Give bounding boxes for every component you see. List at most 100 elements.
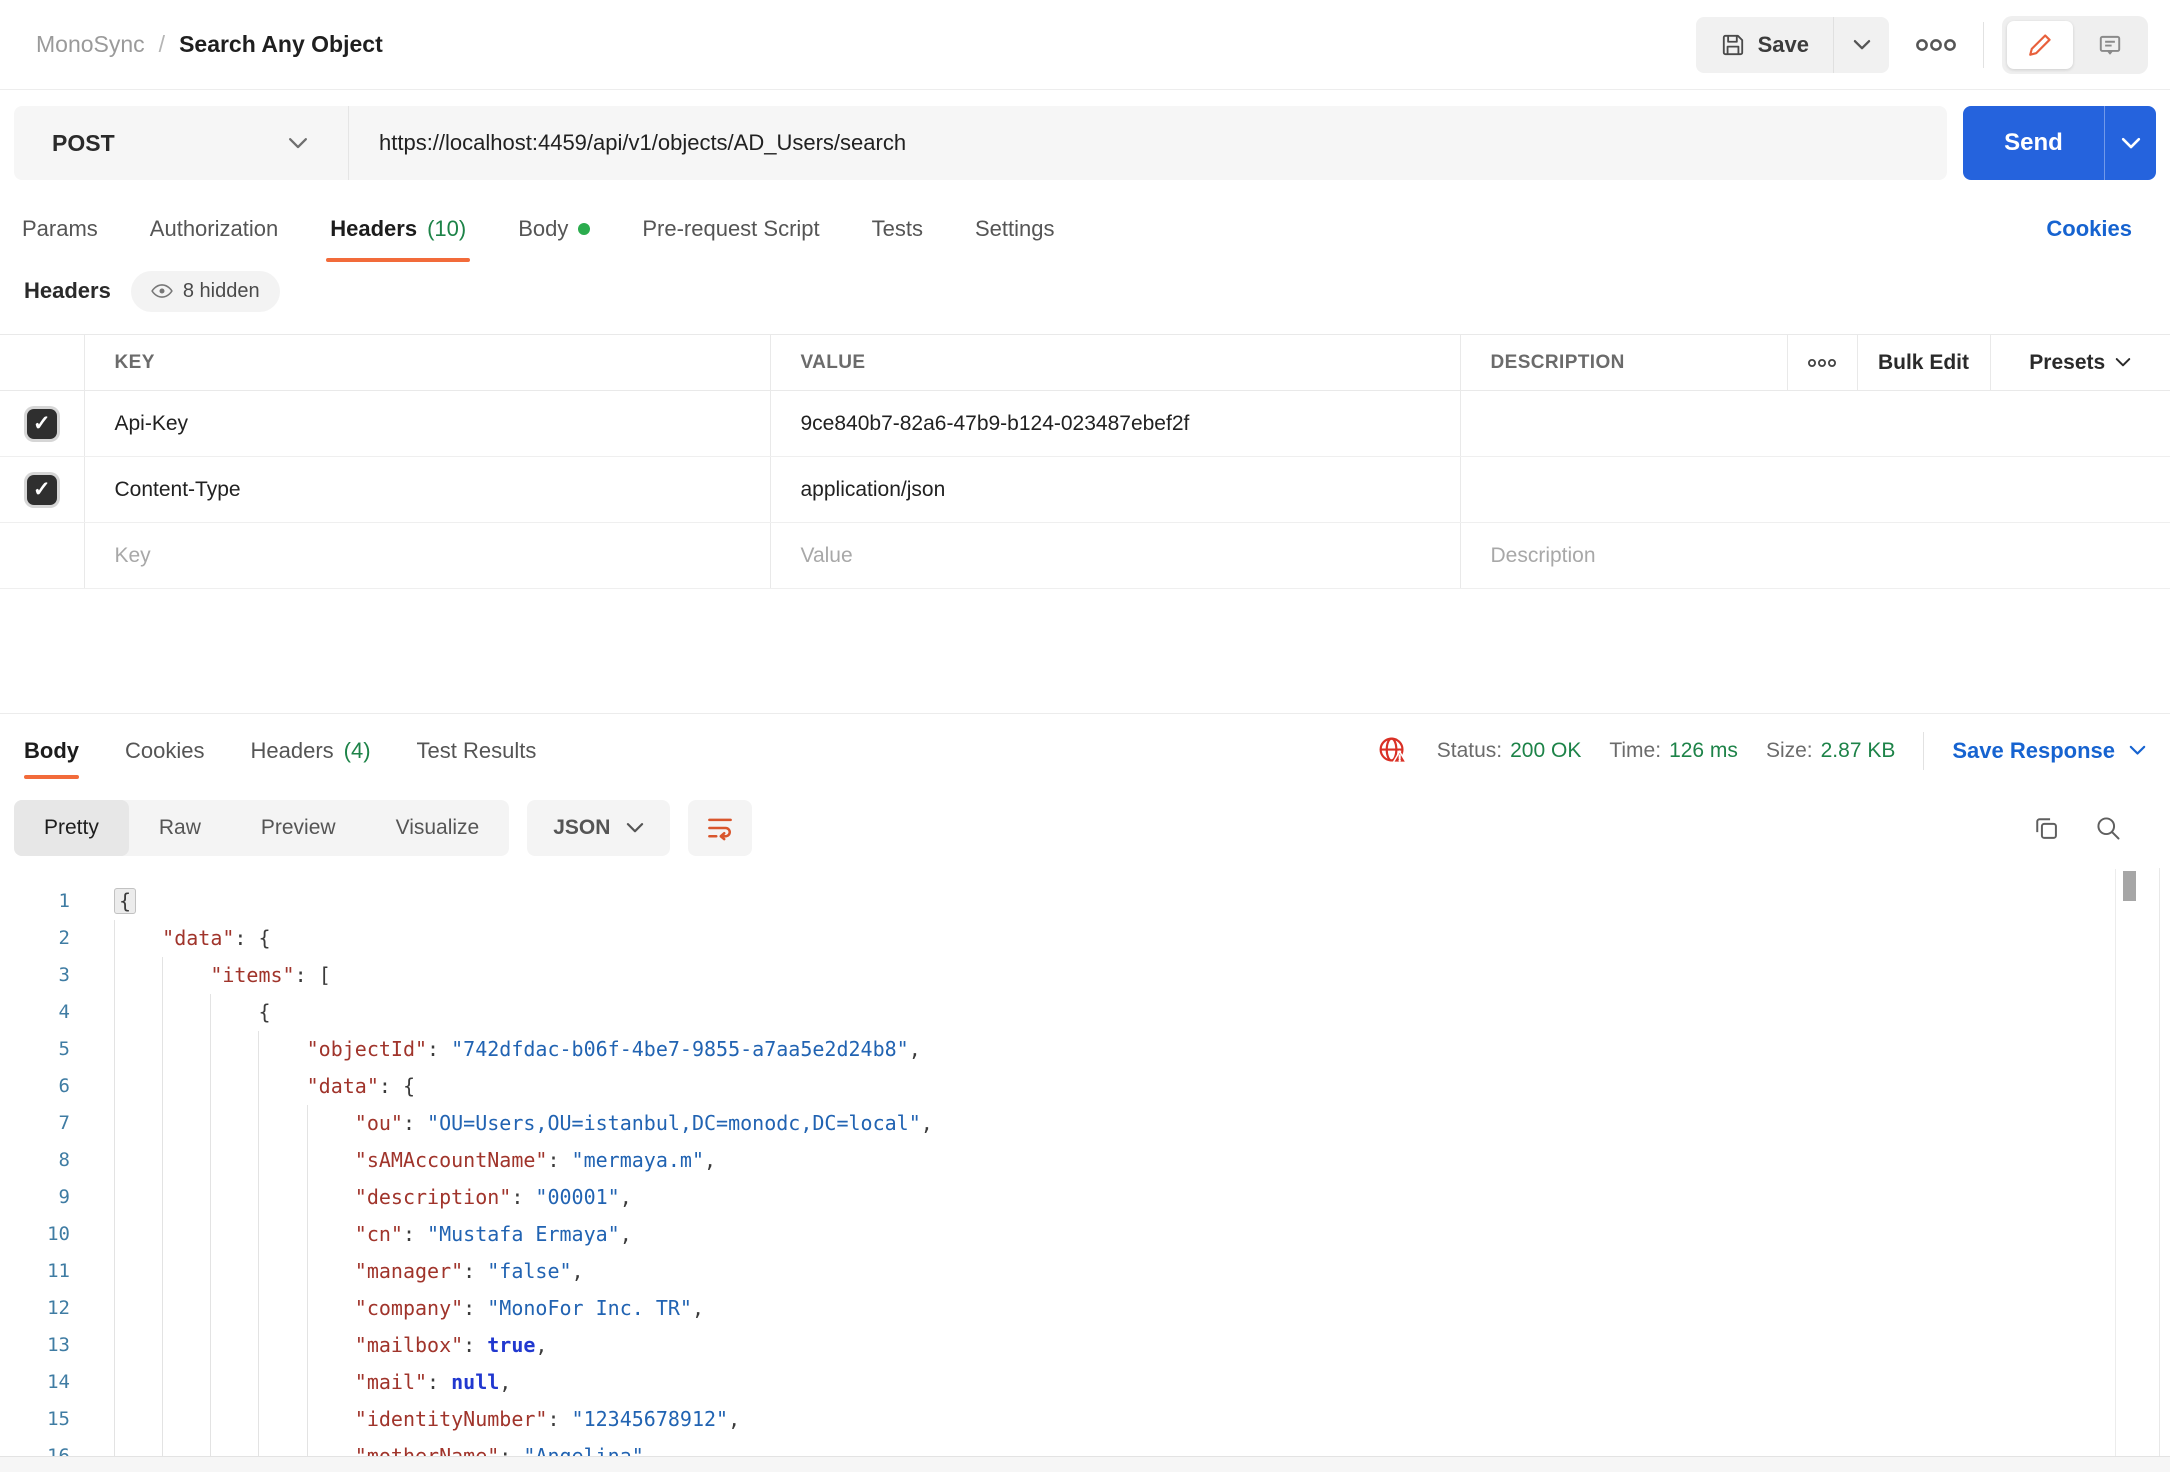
response-tab-body[interactable]: Body [24,714,79,787]
network-info-button[interactable] [1377,735,1409,767]
header-more-actions-button[interactable] [1788,358,1857,368]
tab-label: Tests [872,216,923,242]
send-button[interactable]: Send [1963,106,2104,180]
horizontal-scrollbar[interactable] [0,1456,2170,1472]
tab-settings[interactable]: Settings [975,216,1055,262]
divider [1983,22,1984,68]
chevron-down-icon [2129,745,2146,756]
save-split-button: Save [1696,17,1889,73]
view-preview-button[interactable]: Preview [231,800,366,856]
checkbox-cell [0,391,84,457]
response-tab-headers[interactable]: Headers (4) [250,714,370,787]
hidden-headers-toggle[interactable]: 8 hidden [131,271,280,312]
presets-label: Presets [2029,351,2105,375]
divider [1923,732,1924,770]
line-number: 7 [0,1105,70,1142]
size-value: 2.87 KB [1821,739,1896,763]
code-line: 12 "company": "MonoFor Inc. TR", [0,1290,2170,1327]
header-enabled-checkbox[interactable] [27,475,57,505]
header-key-cell[interactable]: Api-Key [84,391,770,457]
search-response-button[interactable] [2086,806,2130,850]
line-number: 2 [0,920,70,957]
bulk-edit-button[interactable]: Bulk Edit [1858,351,1990,375]
request-builder: POST https://localhost:4459/api/v1/objec… [0,90,2170,194]
view-pretty-button[interactable]: Pretty [14,800,129,856]
tab-label: Settings [975,216,1055,242]
presets-cell: Presets [1990,335,2170,391]
tab-authorization[interactable]: Authorization [150,216,278,262]
url-input[interactable]: https://localhost:4459/api/v1/objects/AD… [349,130,906,156]
response-tab-test-results[interactable]: Test Results [417,714,537,787]
headers-section-title: Headers [24,278,111,304]
vertical-scrollbar-thumb[interactable] [2123,871,2136,901]
cookies-link[interactable]: Cookies [2046,216,2132,242]
column-header-description: DESCRIPTION [1460,335,1787,391]
new-header-value-field[interactable]: Value [770,523,1460,589]
body-present-dot [578,223,590,235]
tab-tests[interactable]: Tests [872,216,923,262]
page-scrollbar-track [2159,868,2160,1456]
code-line: 14 "mail": null, [0,1364,2170,1401]
headers-count-badge: (10) [427,216,466,242]
wrap-text-button[interactable] [688,800,752,856]
code-line: 7 "ou": "OU=Users,OU=istanbul,DC=monodc,… [0,1105,2170,1142]
method-selector[interactable]: POST [14,106,349,180]
scrollbar-track [2115,869,2116,1457]
code-line: 4 { [0,994,2170,1031]
tab-body[interactable]: Body [518,216,590,262]
presets-dropdown[interactable]: Presets [1991,351,2170,375]
response-view-switcher: Pretty Raw Preview Visualize [14,800,509,856]
chevron-down-icon [626,822,644,834]
format-dropdown[interactable]: JSON [527,800,670,856]
wrap-text-icon [705,813,735,843]
save-options-button[interactable] [1833,17,1889,73]
line-number: 6 [0,1068,70,1105]
code-line: 11 "manager": "false", [0,1253,2170,1290]
header-description-cell[interactable] [1460,391,2170,457]
new-header-key-field[interactable]: Key [84,523,770,589]
save-response-button[interactable]: Save Response [1952,738,2146,764]
header-value-cell[interactable]: application/json [770,457,1460,523]
line-number: 11 [0,1253,70,1290]
line-number: 14 [0,1364,70,1401]
save-button-label: Save [1758,32,1809,58]
checkbox-column-header [0,335,84,391]
copy-response-button[interactable] [2024,806,2068,850]
new-header-description-field[interactable]: Description [1460,523,2170,589]
header-description-cell[interactable] [1460,457,2170,523]
request-tabs: Params Authorization Headers (10) Body P… [0,194,2170,262]
header-key-cell[interactable]: Content-Type [84,457,770,523]
comments-button[interactable] [2077,21,2143,69]
header-value-cell[interactable]: 9ce840b7-82a6-47b9-b124-023487ebef2f [770,391,1460,457]
more-options-button[interactable] [1907,28,1965,62]
line-number: 3 [0,957,70,994]
column-header-value: VALUE [770,335,1460,391]
code-line: 8 "sAMAccountName": "mermaya.m", [0,1142,2170,1179]
save-response-label: Save Response [1952,738,2115,764]
view-raw-button[interactable]: Raw [129,800,231,856]
tab-label: Headers [250,738,333,764]
save-button[interactable]: Save [1696,17,1833,73]
breadcrumb-request-title[interactable]: Search Any Object [179,31,383,58]
pencil-icon [2027,32,2053,58]
view-visualize-button[interactable]: Visualize [366,800,510,856]
send-options-button[interactable] [2104,106,2156,180]
tab-pre-request-script[interactable]: Pre-request Script [642,216,819,262]
code-lines: 1{2 "data": {3 "items": [4 {5 "objectId"… [0,883,2170,1457]
eye-icon [151,283,173,299]
response-tab-cookies[interactable]: Cookies [125,714,204,787]
size-indicator: Size: 2.87 KB [1766,739,1895,763]
response-section-header: Body Cookies Headers (4) Test Results St… [0,713,2170,787]
edit-mode-button[interactable] [2007,21,2073,69]
time-label: Time: [1609,739,1661,763]
more-options-icon [1807,358,1837,368]
save-icon [1720,32,1746,58]
tab-params[interactable]: Params [22,216,98,262]
response-headers-count-badge: (4) [344,738,371,764]
header-enabled-checkbox[interactable] [27,409,57,439]
breadcrumb-collection[interactable]: MonoSync [36,31,145,58]
chevron-down-icon [2115,357,2131,368]
tab-label: Cookies [125,738,204,764]
tab-headers[interactable]: Headers (10) [330,216,466,262]
breadcrumb-separator: / [159,31,165,58]
